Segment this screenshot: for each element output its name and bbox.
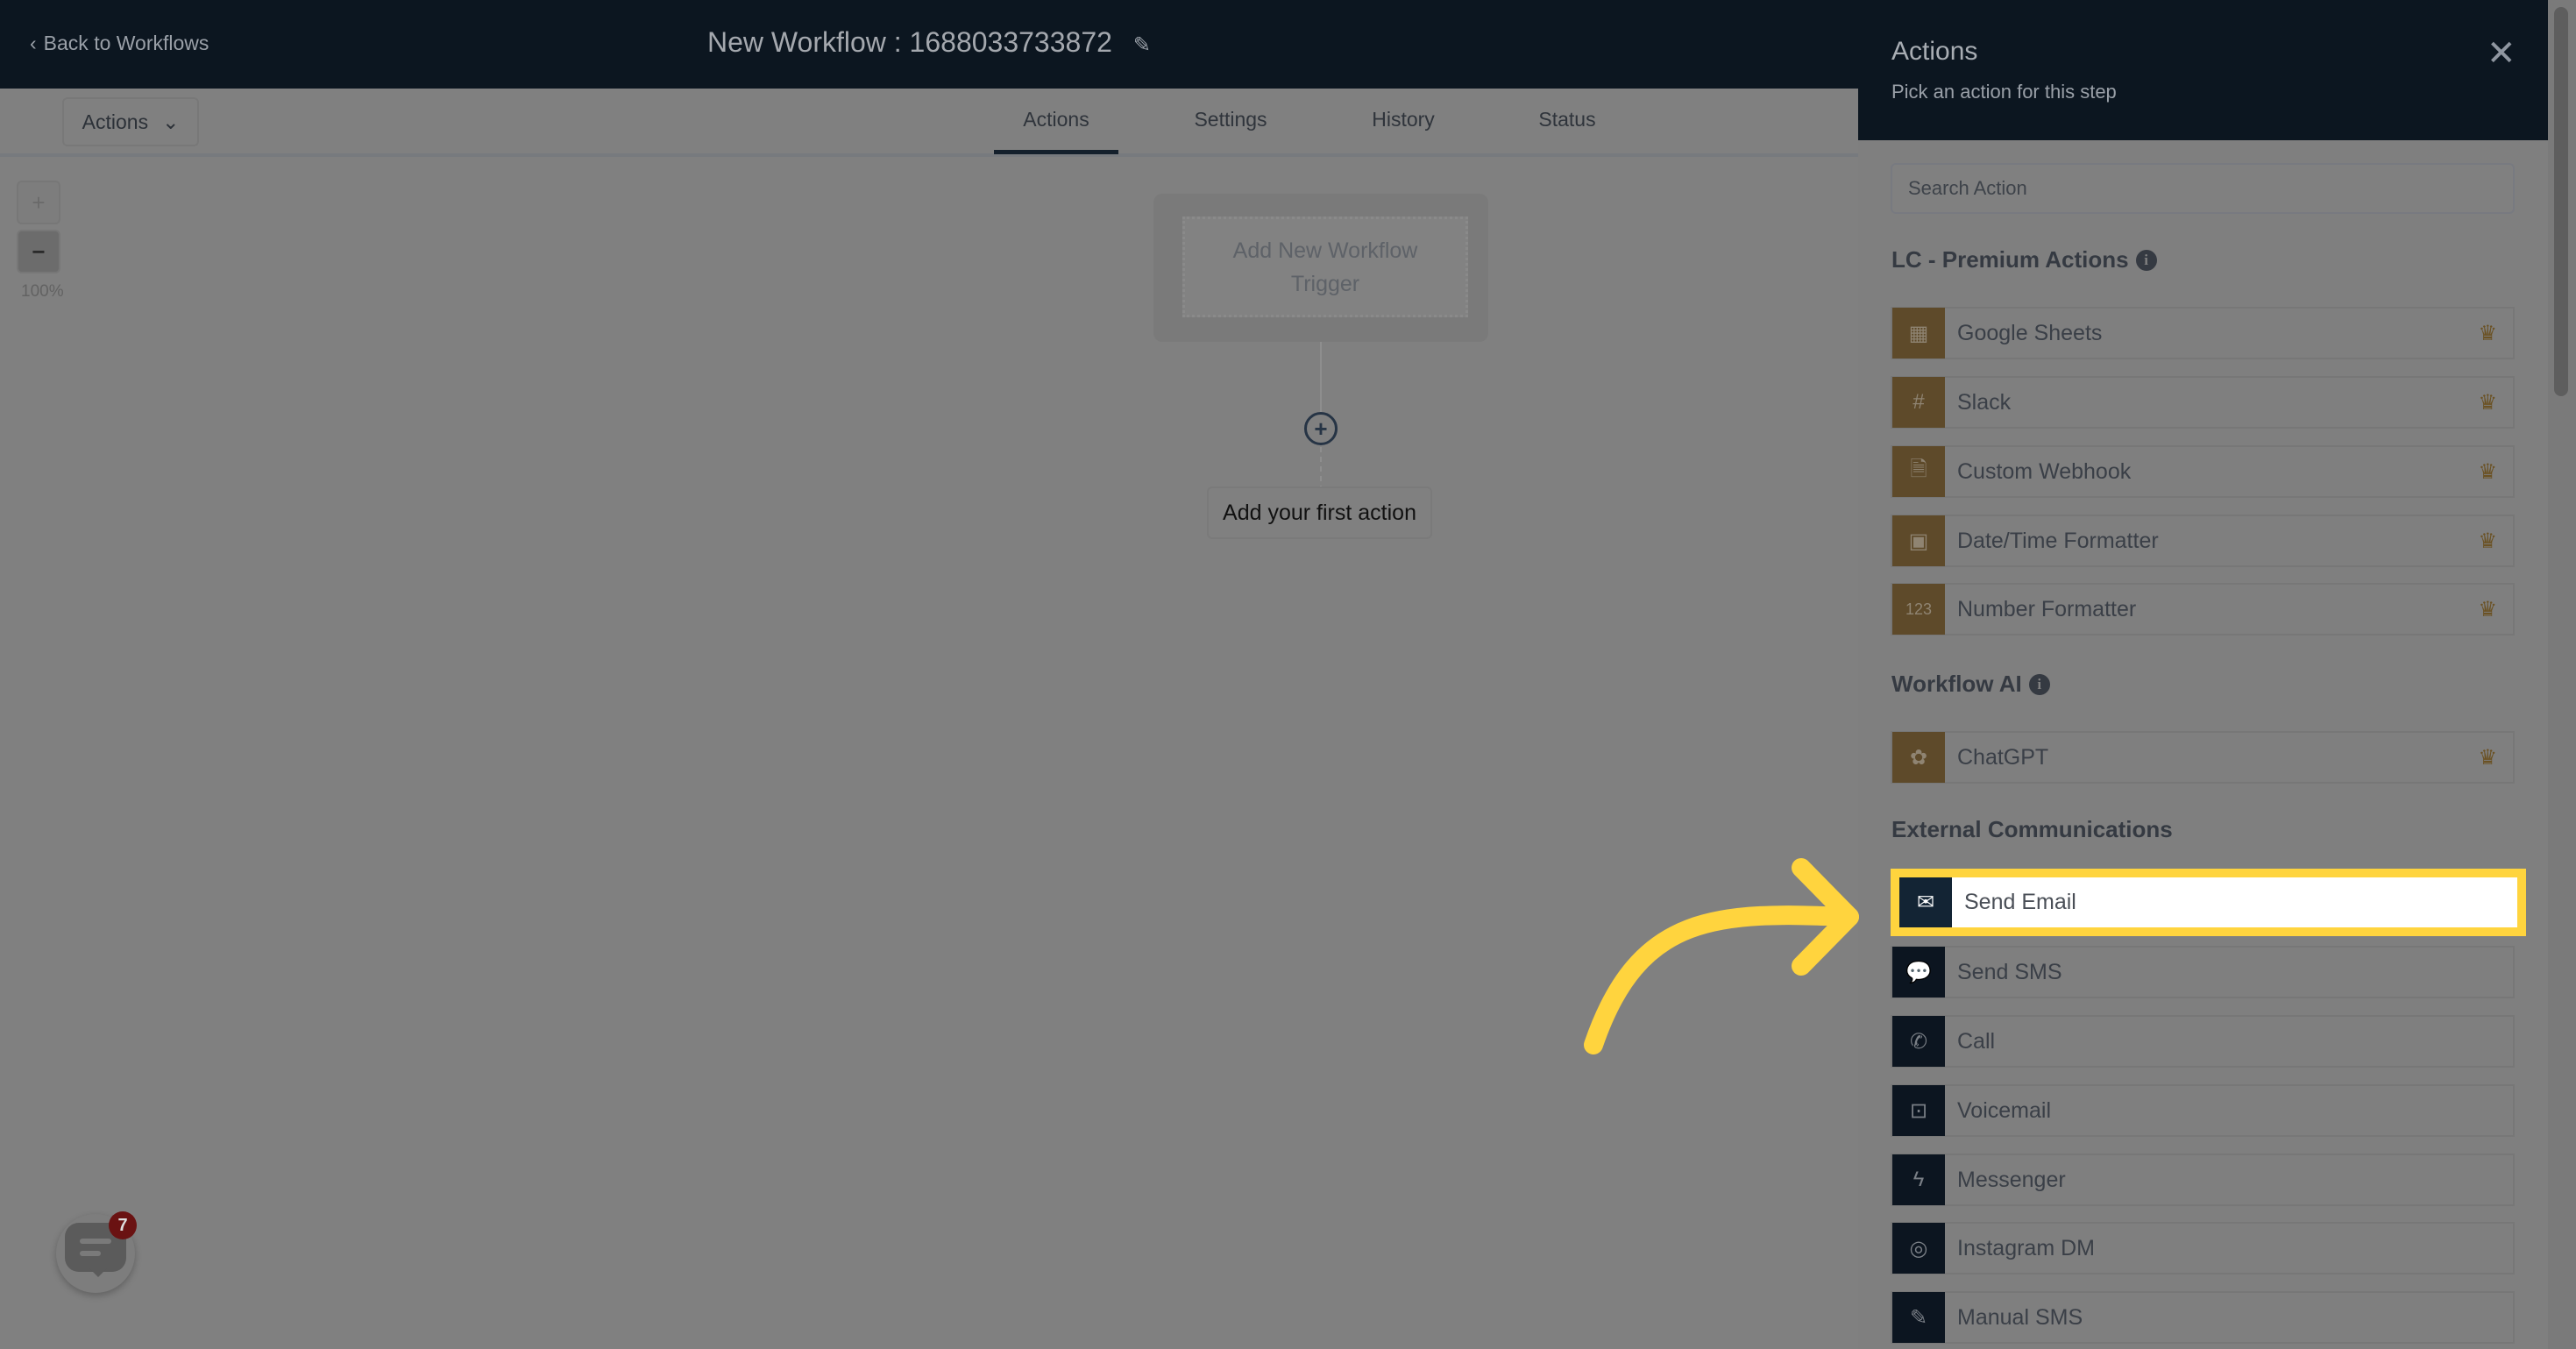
crown-icon: ♛ (2478, 390, 2497, 415)
zoom-in-button[interactable]: + (17, 181, 60, 224)
section-heading: Workflow AI i (1891, 671, 2050, 698)
active-tab-indicator (994, 150, 1118, 154)
add-first-action-button[interactable]: Add your first action (1207, 486, 1432, 539)
action-datetime-formatter[interactable]: ▣ Date/Time Formatter ♛ (1891, 515, 2515, 567)
close-icon[interactable]: ✕ (2487, 33, 2516, 74)
voicemail-icon: ⊡ (1892, 1085, 1945, 1136)
actions-dropdown[interactable]: Actions ⌄ (62, 97, 199, 146)
action-send-email[interactable]: ✉ Send Email (1891, 869, 2526, 936)
action-send-sms[interactable]: 💬 Send SMS (1891, 946, 2515, 998)
pencil-icon[interactable]: ✎ (1133, 33, 1151, 57)
webhook-icon: 🗎 (1892, 446, 1945, 497)
zoom-out-button[interactable]: − (17, 230, 60, 273)
tab-settings[interactable]: Settings (1194, 108, 1267, 131)
action-voicemail[interactable]: ⊡ Voicemail (1891, 1084, 2515, 1137)
search-action-input[interactable] (1891, 163, 2515, 214)
action-instagram-dm[interactable]: ◎ Instagram DM (1891, 1222, 2515, 1274)
tab-history[interactable]: History (1372, 108, 1435, 131)
tab-actions[interactable]: Actions (1023, 108, 1089, 131)
tab-bar: Actions ⌄ Actions Settings History Status (0, 89, 1858, 157)
connector-line (1320, 342, 1322, 412)
notification-badge: 7 (109, 1211, 137, 1239)
action-chatgpt[interactable]: ✿ ChatGPT ♛ (1891, 731, 2515, 784)
crown-icon: ♛ (2478, 321, 2497, 345)
action-manual-sms[interactable]: ✎ Manual SMS (1891, 1291, 2515, 1344)
openai-icon: ✿ (1892, 732, 1945, 783)
action-custom-webhook[interactable]: 🗎 Custom Webhook ♛ (1891, 445, 2515, 498)
instagram-icon: ◎ (1892, 1223, 1945, 1274)
phone-icon: ✆ (1892, 1016, 1945, 1067)
panel-header: Actions Pick an action for this step ✕ (1858, 0, 2548, 140)
action-messenger[interactable]: ϟ Messenger (1891, 1154, 2515, 1206)
crown-icon: ♛ (2478, 745, 2497, 770)
section-heading: LC - Premium Actions i (1891, 246, 2157, 273)
chevron-down-icon: ⌄ (162, 110, 180, 133)
action-call[interactable]: ✆ Call (1891, 1015, 2515, 1068)
panel-subtitle: Pick an action for this step (1891, 81, 2117, 103)
panel-title: Actions (1891, 37, 1978, 66)
actions-panel: Actions Pick an action for this step ✕ L… (1858, 0, 2548, 1349)
info-icon[interactable]: i (2135, 249, 2157, 271)
add-action-plus-button[interactable]: + (1304, 412, 1338, 445)
sms-icon: 💬 (1892, 947, 1945, 998)
workflow-title: New Workflow : 1688033733872 ✎ (706, 26, 1152, 58)
scrollbar-thumb[interactable] (2554, 7, 2568, 396)
action-slack[interactable]: # Slack ♛ (1891, 376, 2515, 429)
slack-icon: # (1892, 377, 1945, 428)
zoom-level: 100% (21, 282, 64, 301)
crown-icon: ♛ (2478, 597, 2497, 621)
action-google-sheets[interactable]: ▦ Google Sheets ♛ (1891, 307, 2515, 359)
section-heading: External Communications (1891, 816, 2173, 842)
connector-dashed (1320, 447, 1322, 486)
messenger-icon: ϟ (1892, 1154, 1945, 1205)
email-icon: ✉ (1899, 877, 1952, 927)
calendar-icon: ▣ (1892, 515, 1945, 566)
manual-sms-icon: ✎ (1892, 1292, 1945, 1343)
crown-icon: ♛ (2478, 529, 2497, 553)
add-trigger-button[interactable]: Add New Workflow Trigger (1182, 217, 1468, 317)
trigger-card[interactable]: Add New Workflow Trigger (1153, 194, 1488, 342)
spreadsheet-icon: ▦ (1892, 308, 1945, 359)
tab-status[interactable]: Status (1538, 108, 1595, 131)
info-icon[interactable]: i (2028, 673, 2050, 695)
123-icon: 123 (1892, 584, 1945, 635)
crown-icon: ♛ (2478, 459, 2497, 484)
top-bar: ‹ Back to Workflows New Workflow : 168803… (0, 0, 1858, 89)
action-number-formatter[interactable]: 123 Number Formatter ♛ (1891, 583, 2515, 635)
